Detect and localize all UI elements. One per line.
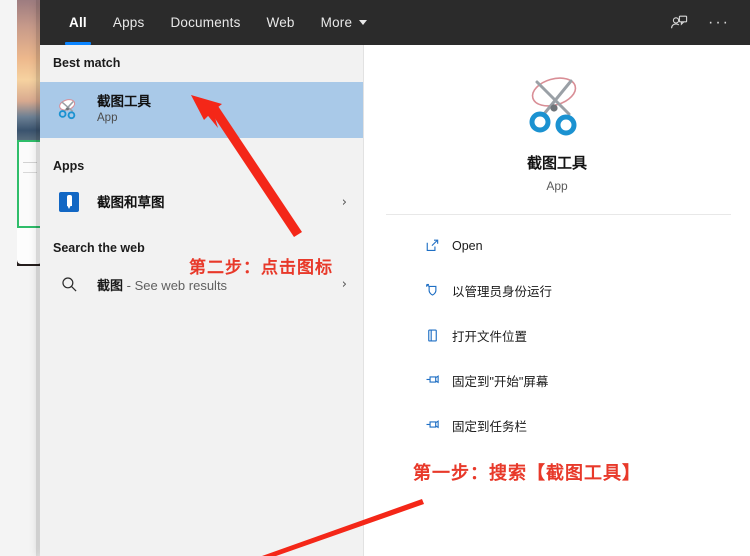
snipping-tool-icon (53, 94, 85, 126)
annotation-step-2: 第二步：点击图标 (189, 258, 333, 277)
app-preview-name: 截图工具 (526, 155, 587, 172)
chevron-down-icon (359, 20, 368, 25)
tab-documents-label: Documents (170, 15, 241, 30)
shield-admin-icon (423, 282, 441, 300)
action-label: 以管理员身份运行 (452, 285, 553, 299)
action-pin-to-start[interactable]: 固定到"开始"屏幕 (364, 366, 750, 395)
result-item-snipping-tool[interactable]: 截图工具 App (40, 81, 363, 138)
action-label: 固定到"开始"屏幕 (452, 375, 549, 389)
windows-search-flyout: All Apps Documents Web More ··· Best mat… (40, 0, 750, 556)
snip-and-sketch-icon (53, 186, 85, 218)
pin-icon (423, 372, 441, 390)
snipping-tool-icon (514, 66, 600, 146)
action-pin-to-taskbar[interactable]: 固定到任务栏 (364, 411, 750, 440)
chevron-right-icon[interactable]: › (342, 195, 347, 210)
tab-web-label: Web (266, 15, 295, 30)
ellipsis-icon[interactable]: ··· (702, 6, 736, 40)
results-pane: Best match 截图工具 App Apps 截图和草图 › Search … (40, 45, 363, 556)
tab-documents[interactable]: Documents (157, 0, 253, 45)
action-label: Open (452, 238, 483, 253)
filter-tabs: All Apps Documents Web More (40, 0, 380, 45)
chevron-right-icon[interactable]: › (342, 277, 347, 292)
folder-location-icon (423, 327, 441, 345)
tab-all[interactable]: All (56, 0, 100, 45)
result-item-title: 截图工具 (97, 94, 151, 109)
feedback-person-icon[interactable] (662, 6, 696, 40)
tab-more-label: More (320, 15, 353, 30)
search-filter-header: All Apps Documents Web More ··· (40, 0, 750, 45)
search-icon (53, 269, 85, 301)
result-item-text: 截图工具 App (97, 93, 151, 126)
tab-apps-label: Apps (112, 15, 145, 30)
app-preview: 截图工具 App (364, 45, 750, 214)
app-preview-type: App (546, 179, 568, 193)
annotation-step-1: 第一步：搜索【截图工具】 (413, 463, 641, 483)
ellipsis-glyph: ··· (708, 13, 730, 31)
action-label: 固定到任务栏 (452, 420, 528, 434)
result-item-snip-and-sketch[interactable]: 截图和草图 › (40, 178, 363, 226)
header-actions: ··· (662, 0, 750, 45)
web-search-suffix: - See web results (123, 278, 228, 293)
open-external-icon (423, 237, 441, 255)
section-header-apps: Apps (53, 158, 85, 173)
tab-all-label: All (69, 15, 87, 30)
screenshot-root: All Apps Documents Web More ··· Best mat… (0, 0, 750, 556)
section-header-best-match: Best match (53, 56, 121, 70)
action-open[interactable]: Open (364, 231, 750, 260)
section-header-search-the-web: Search the web (53, 241, 145, 255)
pin-icon (423, 417, 441, 435)
details-divider (386, 214, 731, 215)
web-search-query: 截图 (97, 278, 124, 293)
tab-web[interactable]: Web (254, 0, 308, 45)
tab-more[interactable]: More (308, 0, 381, 45)
search-body: Best match 截图工具 App Apps 截图和草图 › Search … (40, 45, 750, 556)
action-label: 打开文件位置 (452, 330, 528, 344)
result-item-title: 截图和草图 (97, 194, 165, 210)
app-actions-list: Open 以管理员身份运行 打开文件位置 固定到"开始"屏幕 固定到任务栏 (364, 231, 750, 440)
action-open-file-location[interactable]: 打开文件位置 (364, 321, 750, 350)
result-item-text: 截图和草图 (97, 194, 165, 211)
action-run-as-admin[interactable]: 以管理员身份运行 (364, 276, 750, 305)
tab-apps[interactable]: Apps (100, 0, 158, 45)
result-item-subtitle: App (97, 112, 118, 124)
